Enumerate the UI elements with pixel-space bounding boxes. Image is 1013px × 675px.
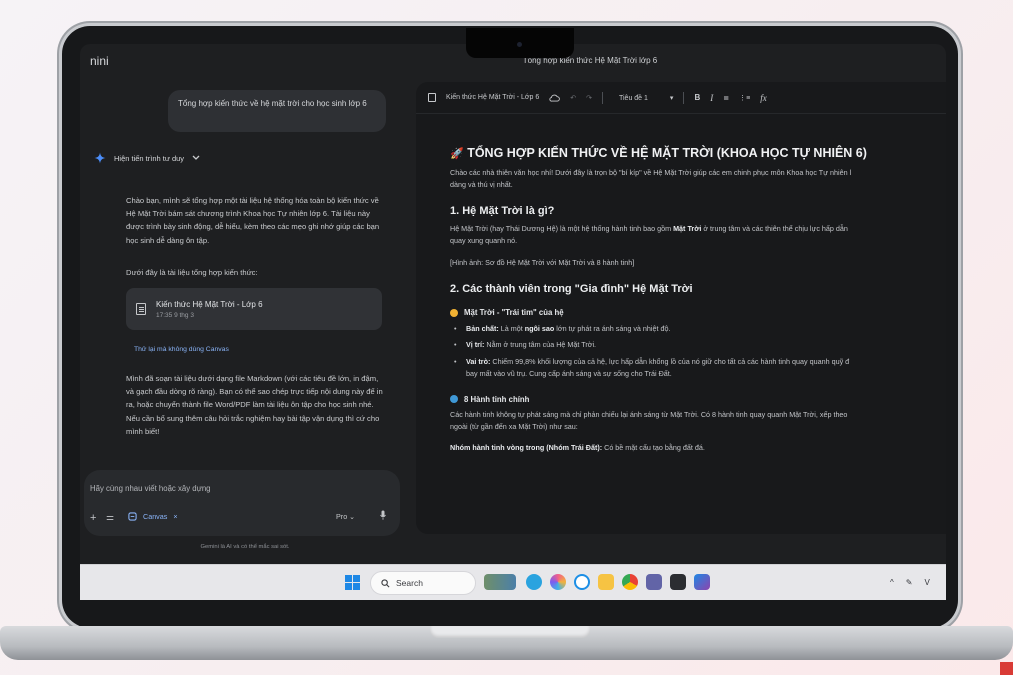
sun-icon (450, 308, 458, 317)
document-card-time: 17:35 9 thg 3 (156, 311, 194, 319)
section-heading-1: 1. Hệ Mặt Trời là gì? (450, 204, 555, 217)
cloud-saved-icon (549, 94, 561, 102)
store-icon[interactable] (694, 574, 710, 590)
chevron-down-icon (192, 155, 200, 160)
document-icon (428, 93, 436, 102)
teams-icon[interactable] (646, 574, 662, 590)
list-item-continuation: bay mất vào vũ trụ. Cung cấp ánh sáng và… (466, 369, 672, 379)
italic-button[interactable]: I (710, 93, 713, 103)
file-explorer-icon[interactable] (598, 574, 614, 590)
canvas-chip-close-icon[interactable]: × (173, 512, 177, 521)
telegram-icon[interactable] (526, 574, 542, 590)
clear-formatting-button[interactable]: fx (760, 93, 767, 103)
prompt-composer: Hãy cùng nhau viết hoặc xây dựng + ⚌ Can… (84, 470, 400, 536)
system-tray: ^ ✎ V (890, 578, 930, 587)
prompt-input[interactable]: Hãy cùng nhau viết hoặc xây dựng (90, 484, 211, 493)
app-grid-icon[interactable] (670, 574, 686, 590)
search-icon (381, 578, 390, 587)
planets-line-1: Các hành tinh không tự phát sáng mà chỉ … (450, 409, 848, 419)
gemini-sparkle-icon (94, 152, 106, 164)
toolbar-doc-name[interactable]: Kiến thức Hệ Mặt Trời - Lớp 6 (446, 94, 539, 101)
redo-icon[interactable]: ↷ (586, 94, 592, 102)
screen: nini Tổng hợp kiến thức Hệ Mặt Trời lớp … (80, 44, 946, 600)
microphone-icon[interactable] (380, 510, 386, 520)
response-below-label: Dưới đây là tài liệu tổng hợp kiến thức: (126, 268, 258, 277)
sun-heading: Mặt Trời - "Trái tim" của hệ (450, 308, 946, 317)
document-icon (136, 303, 146, 315)
numbered-list-button[interactable]: ⋮≡ (739, 94, 750, 102)
canvas-chip-label: Canvas (143, 512, 168, 521)
model-selector[interactable]: Pro ⌄ (336, 512, 355, 521)
section1-line-1: Hệ Mặt Trời (hay Thái Dương Hệ) là một h… (450, 223, 848, 233)
toolbar-divider (601, 91, 603, 104)
tray-extra[interactable]: V (924, 578, 929, 587)
zalo-icon[interactable] (574, 574, 590, 590)
list-item: Bản chất: Là một ngôi sao lớn tự phát ra… (450, 323, 946, 336)
chevron-down-icon: ▾ (669, 94, 674, 102)
text-style-select[interactable]: Tiêu đề 1 ▾ (619, 94, 673, 102)
show-thinking-toggle[interactable]: Hiện tiến trình tư duy (94, 152, 200, 164)
user-message-bubble: Tổng hợp kiến thức về hệ mặt trời cho họ… (168, 90, 386, 132)
corner-accent (1000, 662, 1013, 675)
landscape-widget-icon[interactable] (484, 574, 516, 590)
pen-icon[interactable]: ✎ (906, 578, 913, 587)
response-outro: Mình đã soạn tài liệu dưới dạng file Mar… (126, 374, 383, 436)
document-card[interactable]: Kiến thức Hệ Mặt Trời - Lớp 6 17:35 9 th… (126, 288, 382, 330)
add-icon[interactable]: + (90, 512, 96, 524)
canvas-chip[interactable]: Canvas × (128, 512, 178, 521)
text-style-value: Tiêu đề 1 (618, 94, 648, 102)
toolbar-divider (683, 91, 685, 104)
document-content[interactable]: 🚀 TỔNG HỢP KIẾN THỨC VỀ HỆ MẶT TRỜI (KHO… (450, 146, 946, 455)
chat-panel: Tổng hợp kiến thức về hệ mặt trời cho họ… (80, 78, 402, 550)
camera-dot (517, 42, 522, 47)
list-item: Vai trò: Chiếm 99,8% khối lượng của cả h… (450, 356, 946, 369)
camera-notch (466, 28, 574, 58)
inner-planets-line: Nhóm hành tinh vòng trong (Nhóm Trái Đất… (450, 443, 705, 453)
list-item: Vị trí: Nằm ở trung tâm của Hệ Mặt Trời. (450, 339, 946, 352)
canvas-icon (128, 512, 137, 521)
planets-heading: 8 Hành tinh chính (450, 395, 946, 404)
section1-line-2: quay xung quanh nó. (450, 236, 518, 246)
canvas-document-panel: Kiến thức Hệ Mặt Trời - Lớp 6 ↶ ↷ Tiêu đ… (416, 82, 946, 534)
laptop-opening-notch (430, 626, 590, 638)
intro-line-2: dàng và thú vị nhất. (450, 180, 513, 190)
intro-line-1: Chào các nhà thiên văn học nhí! Dưới đây… (450, 168, 852, 177)
ai-disclaimer: Gemini là AI và có thể mắc sai sót. (200, 544, 290, 550)
bold-button[interactable]: B (694, 93, 700, 102)
tools-icon[interactable]: ⚌ (106, 512, 114, 523)
planet-icon (450, 395, 458, 404)
document-title: 🚀 TỔNG HỢP KIẾN THỨC VỀ HỆ MẶT TRỜI (KHO… (450, 146, 867, 160)
planets-line-2: ngoài (từ gần đến xa Mặt Trời) như sau: (450, 422, 578, 432)
windows-taskbar: Search ^ ✎ V (80, 564, 946, 600)
image-placeholder: [Hình ảnh: Sơ đồ Hệ Mặt Trời với Mặt Trờ… (450, 257, 635, 267)
undo-icon[interactable]: ↶ (570, 94, 576, 102)
windows-start-icon[interactable] (345, 575, 360, 590)
model-label: Pro (336, 512, 348, 521)
response-intro: Chào bạn, mình sẽ tổng hợp một tài liệu … (126, 196, 380, 245)
section-heading-2: 2. Các thành viên trong "Gia đình" Hệ Mặ… (450, 283, 693, 296)
search-placeholder: Search (396, 578, 423, 588)
retry-without-canvas-link[interactable]: Thử lại mà không dùng Canvas (134, 346, 229, 353)
app-name: nini (90, 54, 109, 68)
document-card-title: Kiến thức Hệ Mặt Trời - Lớp 6 (156, 299, 263, 309)
taskbar-search[interactable]: Search (370, 571, 476, 595)
copilot-icon[interactable] (550, 574, 566, 590)
bulleted-list-button[interactable]: ≣ (723, 94, 729, 102)
rocket-icon: 🚀 (450, 148, 464, 160)
document-toolbar: Kiến thức Hệ Mặt Trời - Lớp 6 ↶ ↷ Tiêu đ… (416, 82, 946, 114)
chrome-icon[interactable] (622, 574, 638, 590)
tray-overflow-icon[interactable]: ^ (890, 578, 894, 587)
thinking-label: Hiện tiến trình tư duy (114, 153, 185, 163)
